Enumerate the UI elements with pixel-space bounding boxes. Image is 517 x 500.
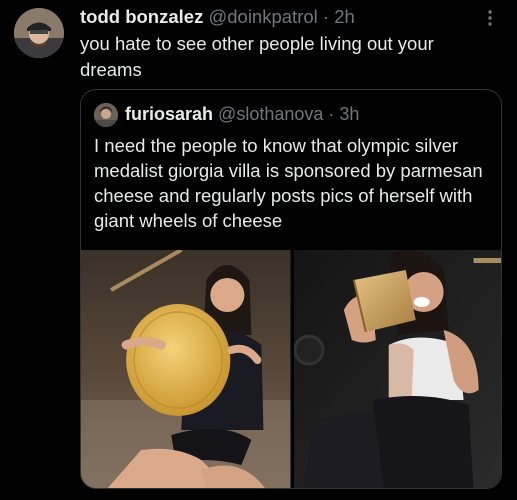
quoted-author-avatar[interactable] <box>94 103 118 127</box>
tweet-header: todd bonzalez @doinkpatrol · 2h <box>80 5 355 29</box>
author-handle[interactable]: @doinkpatrol <box>208 6 317 27</box>
separator-dot: · <box>322 6 330 27</box>
tweet-card[interactable]: todd bonzalez @doinkpatrol · 2h you hate… <box>0 0 517 500</box>
tweet-time[interactable]: 2h <box>334 6 355 27</box>
tweet-text: you hate to see other people living out … <box>80 33 434 80</box>
author-avatar[interactable] <box>14 8 64 58</box>
media-photo-right[interactable] <box>293 250 501 488</box>
more-options-icon[interactable] <box>487 9 493 27</box>
quoted-header: furiosarah @slothanova · 3h <box>125 102 359 126</box>
photo-cheese-wheel-seated <box>81 250 291 488</box>
quoted-author-handle[interactable]: @slothanova <box>218 104 323 124</box>
quoted-avatar-image <box>94 103 118 127</box>
quoted-tweet[interactable]: furiosarah @slothanova · 3h I need the p… <box>80 89 502 489</box>
media-grid <box>81 250 501 488</box>
quoted-author-name[interactable]: furiosarah <box>125 104 213 124</box>
quoted-text: I need the people to know that olympic s… <box>94 135 483 231</box>
photo-cheese-wedge-bite <box>293 250 501 488</box>
media-photo-left[interactable] <box>81 250 291 488</box>
avatar-image <box>14 8 64 58</box>
quoted-time[interactable]: 3h <box>339 104 359 124</box>
quoted-separator-dot: · <box>328 104 335 124</box>
author-name[interactable]: todd bonzalez <box>80 6 203 27</box>
